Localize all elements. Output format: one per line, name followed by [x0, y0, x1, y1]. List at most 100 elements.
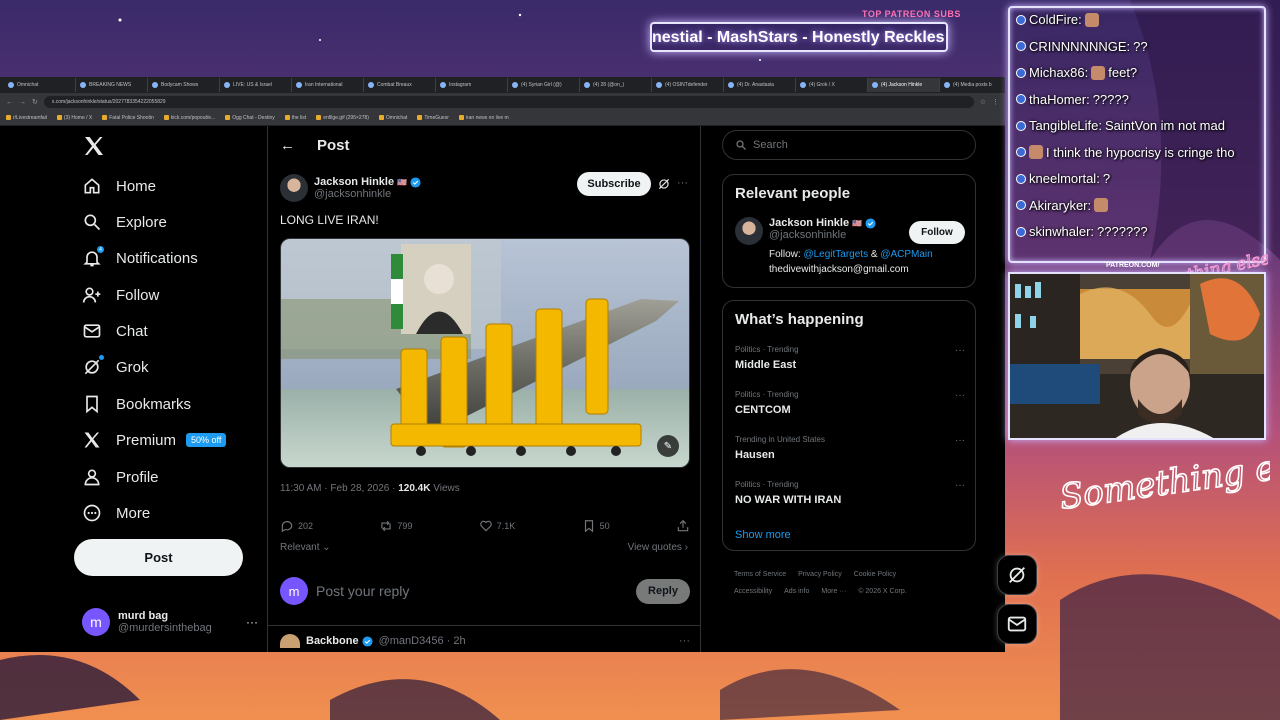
bookmark-item[interactable]: iran news on live m	[458, 115, 509, 121]
trend-item[interactable]: Trending in United States Hausen ···	[735, 435, 965, 461]
browser-tab[interactable]: (4) OSINTdefender	[652, 78, 724, 92]
search-input[interactable]: Search	[722, 130, 976, 160]
post-button[interactable]: Post	[74, 539, 243, 576]
whats-happening-title: What’s happening	[735, 311, 864, 328]
author-handle[interactable]: @jacksonhinkle	[314, 188, 421, 200]
reload-icon[interactable]: ↻	[32, 98, 38, 106]
browser-tab[interactable]: (4) Jackson Hinkle	[868, 78, 940, 92]
post-media-image[interactable]: ✎	[280, 238, 690, 468]
browser-tab[interactable]: BREAKING NEWS	[76, 78, 148, 92]
nav-item-more[interactable]: More	[82, 503, 150, 523]
reply-post[interactable]: Backbone @manD3456 · 2h ···	[280, 634, 690, 648]
chat-emote-icon	[1094, 198, 1109, 212]
trend-item[interactable]: Politics · Trending NO WAR WITH IRAN ···	[735, 480, 965, 506]
author-name[interactable]: Jackson Hinkle	[314, 176, 394, 188]
person-avatar[interactable]	[735, 217, 763, 245]
nav-item-bookmarks[interactable]: Bookmarks	[82, 394, 191, 414]
person-name[interactable]: Jackson Hinkle	[769, 217, 849, 229]
footer-link[interactable]: Accessibility	[734, 588, 772, 595]
footer-link[interactable]: Ads info	[784, 588, 809, 595]
bookmark-item[interactable]: r/Livestreamfail	[6, 115, 47, 121]
footer-link[interactable]: Privacy Policy	[798, 571, 842, 578]
tab-favicon-icon	[584, 82, 590, 88]
nav-item-notifications[interactable]: 4 Notifications	[82, 245, 198, 268]
nav-item-follow[interactable]: Follow	[82, 285, 159, 305]
account-more-icon[interactable]: ···	[246, 615, 258, 629]
nav-item-chat[interactable]: Chat	[82, 321, 148, 341]
trend-more-icon[interactable]: ···	[955, 435, 965, 446]
relevant-people-title: Relevant people	[735, 185, 851, 202]
bookmark-item[interactable]: Fatal Police Shootin	[102, 115, 154, 121]
repost-action[interactable]: 799	[379, 519, 412, 533]
bio-link-legittargets[interactable]: @LegitTargets	[803, 249, 868, 260]
person-handle[interactable]: @jacksonhinkle	[769, 229, 876, 241]
like-action[interactable]: 7.1K	[479, 519, 515, 533]
star-icon[interactable]: ☆	[980, 98, 986, 106]
browser-tab[interactable]: (4) Syrian Girl (@)	[508, 78, 580, 92]
nav-item-label: Premium	[116, 431, 177, 449]
reply-input[interactable]: Post your reply	[316, 583, 409, 599]
url-field[interactable]: x.com/jacksonhinkle/status/2027783354222…	[43, 96, 974, 108]
browser-tab[interactable]: (4) Dr. Anastasia	[724, 78, 796, 92]
browser-tab[interactable]: Combat Breaux	[364, 78, 436, 92]
browser-tab[interactable]: (4) 28 (@on_)	[580, 78, 652, 92]
bookmark-item[interactable]: the list	[284, 115, 306, 121]
browser-tab[interactable]: Bodycam Shows	[148, 78, 220, 92]
chat-username: ColdFire:	[1029, 12, 1082, 27]
nav-item-premium[interactable]: Premium 50% off	[82, 430, 227, 450]
left-sidebar: Home Explore 4 Notifications Follow Chat…	[74, 126, 266, 652]
browser-tab[interactable]: Iran International	[292, 78, 364, 92]
bookmark-item[interactable]: enfilge.gif (295×278)	[316, 115, 369, 121]
nav-item-profile[interactable]: Profile	[82, 467, 159, 487]
trend-more-icon[interactable]: ···	[955, 480, 965, 491]
edit-image-icon[interactable]: ✎	[657, 435, 679, 457]
bio-link-acpmain[interactable]: @ACPMain	[880, 249, 932, 260]
grok-icon[interactable]	[657, 177, 671, 191]
bookmark-item[interactable]: (3) Home / X	[56, 115, 92, 121]
reply-sort-dropdown[interactable]: Relevant ⌄	[280, 542, 331, 553]
bookmark-item[interactable]: Omnichat	[378, 115, 407, 121]
forward-arrow-icon[interactable]: →	[19, 99, 26, 106]
browser-tab[interactable]: Omnichat	[4, 78, 76, 92]
x-logo-icon[interactable]	[82, 134, 106, 158]
footer-link[interactable]: Terms of Service	[734, 571, 786, 578]
reply-author-name[interactable]: Backbone	[306, 635, 359, 647]
trend-item[interactable]: Politics · Trending Middle East ···	[735, 345, 965, 371]
follow-button[interactable]: Follow	[909, 221, 965, 244]
menu-dots-icon[interactable]: ⋮	[992, 98, 999, 106]
reply-author-avatar[interactable]	[280, 634, 300, 648]
bookmark-item[interactable]: Ogg Chat - Destiny	[225, 115, 275, 121]
footer-link[interactable]: Cookie Policy	[854, 571, 896, 578]
browser-tab[interactable]: Instagram	[436, 78, 508, 92]
nav-item-explore[interactable]: Explore	[82, 212, 167, 232]
bookmark-item[interactable]: kick.com/popout/e...	[163, 115, 215, 121]
browser-tab[interactable]: (4) Media posts b	[940, 78, 1005, 92]
share-action[interactable]	[676, 519, 690, 533]
back-arrow-icon[interactable]: ←	[6, 99, 13, 106]
back-arrow-icon[interactable]: ←	[280, 137, 295, 154]
bookmark-item[interactable]: TimeGuesr	[417, 115, 449, 121]
reply-button[interactable]: Reply	[636, 578, 690, 604]
grok-float-button[interactable]	[997, 555, 1037, 595]
nav-item-home[interactable]: Home	[82, 176, 156, 196]
footer-link[interactable]: More ···	[821, 588, 846, 595]
browser-window: Omnichat BREAKING NEWS Bodycam Shows LIVE: …	[0, 77, 1005, 652]
reply-action[interactable]: 202	[280, 519, 313, 533]
nav-item-grok[interactable]: Grok	[82, 354, 149, 377]
account-switcher[interactable]: m murd bag @murdersinthebag ···	[82, 604, 258, 640]
post-more-icon[interactable]: ···	[677, 177, 688, 189]
post-timestamp[interactable]: 11:30 AM · Feb 28, 2026 ·	[280, 483, 398, 494]
trend-more-icon[interactable]: ···	[955, 390, 965, 401]
browser-tab[interactable]: (4) Grok / X	[796, 78, 868, 92]
show-more-link[interactable]: Show more	[735, 529, 791, 541]
author-avatar[interactable]	[280, 174, 308, 202]
trend-more-icon[interactable]: ···	[955, 345, 965, 356]
view-quotes-link[interactable]: View quotes ›	[628, 542, 688, 553]
messages-float-button[interactable]	[997, 604, 1037, 644]
bookmark-action[interactable]: 50	[582, 519, 610, 533]
trend-item[interactable]: Politics · Trending CENTCOM ···	[735, 390, 965, 416]
reply-more-icon[interactable]: ···	[679, 635, 690, 647]
bookmark-favicon-icon	[316, 115, 322, 121]
browser-tab[interactable]: LIVE: US & Israel	[220, 78, 292, 92]
subscribe-button[interactable]: Subscribe	[577, 172, 651, 196]
